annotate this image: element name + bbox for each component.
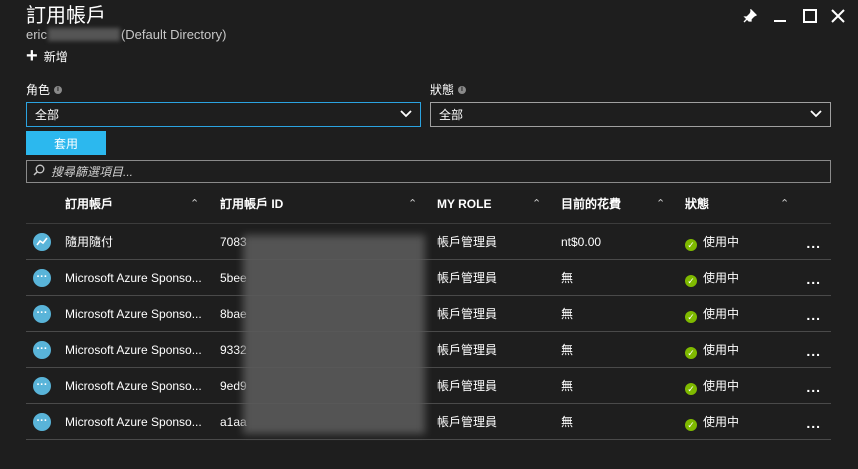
cost-cell: 無 — [561, 379, 574, 393]
status-text: 使用中 — [703, 307, 740, 321]
minimize-icon[interactable] — [770, 6, 790, 26]
close-icon[interactable] — [828, 6, 848, 26]
status-filter-label: 狀態 i — [430, 81, 467, 98]
status-text: 使用中 — [703, 271, 740, 285]
plus-icon: + — [26, 45, 38, 67]
cost-cell: 無 — [561, 271, 574, 285]
column-header-status[interactable]: 狀態 — [685, 195, 709, 213]
role-select[interactable]: 全部 — [26, 102, 421, 127]
status-text: 使用中 — [703, 235, 740, 249]
status-text: 使用中 — [703, 379, 740, 393]
column-header-id[interactable]: 訂用帳戶 ID — [220, 195, 283, 213]
search-input[interactable]: 搜尋篩選項目... — [26, 160, 831, 183]
status-cell: ✓ 使用中 — [685, 404, 739, 440]
sort-up-icon[interactable]: ⌃ — [532, 195, 541, 213]
check-icon: ✓ — [685, 419, 697, 431]
table-row[interactable]: 隨用隨付 7083 帳戶管理員 nt$0.00 ✓ 使用中 ... — [26, 224, 831, 260]
maximize-icon[interactable] — [800, 6, 820, 26]
cost-cell: 無 — [561, 307, 574, 321]
check-icon: ✓ — [685, 239, 697, 251]
status-cell: ✓ 使用中 — [685, 332, 739, 368]
status-label-text: 狀態 — [430, 83, 455, 97]
info-icon[interactable]: i — [458, 85, 467, 94]
more-options-button[interactable]: ... — [806, 404, 821, 440]
cost-cell: 無 — [561, 343, 574, 357]
subscription-name[interactable]: Microsoft Azure Sponso... — [65, 260, 202, 296]
status-cell: ✓ 使用中 — [685, 368, 739, 404]
cost-cell: 無 — [561, 415, 574, 429]
subtitle-directory: (Default Directory) — [120, 27, 227, 42]
role-select-value: 全部 — [35, 108, 60, 122]
status-cell: ✓ 使用中 — [685, 260, 739, 296]
redacted-block — [243, 235, 425, 434]
column-header-role[interactable]: MY ROLE — [437, 195, 491, 213]
subscription-name[interactable]: Microsoft Azure Sponso... — [65, 296, 202, 332]
role-label-text: 角色 — [26, 83, 51, 97]
more-options-button[interactable]: ... — [806, 296, 821, 332]
table-row[interactable]: ··· Microsoft Azure Sponso... 8bae 帳戶管理員… — [26, 296, 831, 332]
status-select[interactable]: 全部 — [430, 102, 831, 127]
search-placeholder: 搜尋篩選項目... — [51, 165, 134, 179]
ellipsis-icon: ··· — [33, 305, 51, 323]
role-cell: 帳戶管理員 — [437, 271, 498, 285]
more-options-button[interactable]: ... — [806, 332, 821, 368]
column-header-cost[interactable]: 目前的花費 — [561, 195, 621, 213]
ellipsis-icon: ··· — [33, 341, 51, 359]
status-select-value: 全部 — [439, 108, 464, 122]
ellipsis-icon: ··· — [33, 413, 51, 431]
add-button-label: 新增 — [43, 49, 68, 64]
check-icon: ✓ — [685, 347, 697, 359]
page-title: 訂用帳戶 — [26, 5, 106, 27]
more-options-button[interactable]: ... — [806, 224, 821, 260]
subscription-name[interactable]: Microsoft Azure Sponso... — [65, 332, 202, 368]
status-cell: ✓ 使用中 — [685, 224, 739, 260]
status-text: 使用中 — [703, 415, 740, 429]
subtitle-user: eric — [26, 27, 47, 42]
subscription-name[interactable]: 隨用隨付 — [65, 224, 113, 260]
sort-up-icon[interactable]: ⌃ — [190, 195, 199, 213]
sort-up-icon[interactable]: ⌃ — [780, 195, 789, 213]
role-cell: 帳戶管理員 — [437, 235, 498, 249]
role-cell: 帳戶管理員 — [437, 307, 498, 321]
chevron-down-icon — [810, 107, 822, 122]
redacted-block — [47, 28, 120, 41]
more-options-button[interactable]: ... — [806, 368, 821, 404]
role-filter-label: 角色 i — [26, 81, 63, 98]
role-cell: 帳戶管理員 — [437, 343, 498, 357]
chevron-down-icon — [400, 107, 412, 122]
table-row[interactable]: ··· Microsoft Azure Sponso... 9ed9 帳戶管理員… — [26, 368, 831, 404]
sort-up-icon[interactable]: ⌃ — [656, 195, 665, 213]
sort-up-icon[interactable]: ⌃ — [408, 195, 417, 213]
status-text: 使用中 — [703, 343, 740, 357]
role-cell: 帳戶管理員 — [437, 415, 498, 429]
ellipsis-icon: ··· — [33, 377, 51, 395]
ellipsis-icon: ··· — [33, 269, 51, 287]
column-header-name[interactable]: 訂用帳戶 — [65, 195, 113, 213]
info-icon[interactable]: i — [54, 85, 63, 94]
pin-icon[interactable] — [740, 6, 760, 26]
status-cell: ✓ 使用中 — [685, 296, 739, 332]
table-row[interactable]: ··· Microsoft Azure Sponso... 9332 帳戶管理員… — [26, 332, 831, 368]
table-row[interactable]: ··· Microsoft Azure Sponso... 5bee 帳戶管理員… — [26, 260, 831, 296]
subscription-name[interactable]: Microsoft Azure Sponso... — [65, 368, 202, 404]
check-icon: ✓ — [685, 275, 697, 287]
check-icon: ✓ — [685, 383, 697, 395]
subscription-name[interactable]: Microsoft Azure Sponso... — [65, 404, 202, 440]
role-cell: 帳戶管理員 — [437, 379, 498, 393]
cost-cell: nt$0.00 — [561, 235, 602, 249]
table-row[interactable]: ··· Microsoft Azure Sponso... a1aa 帳戶管理員… — [26, 404, 831, 440]
apply-button[interactable]: 套用 — [26, 131, 106, 155]
directory-subtitle: eric (Default Directory) — [26, 27, 226, 43]
trend-icon — [33, 233, 51, 251]
search-icon — [33, 164, 45, 179]
more-options-button[interactable]: ... — [806, 260, 821, 296]
add-button[interactable]: + 新增 — [26, 46, 68, 66]
check-icon: ✓ — [685, 311, 697, 323]
